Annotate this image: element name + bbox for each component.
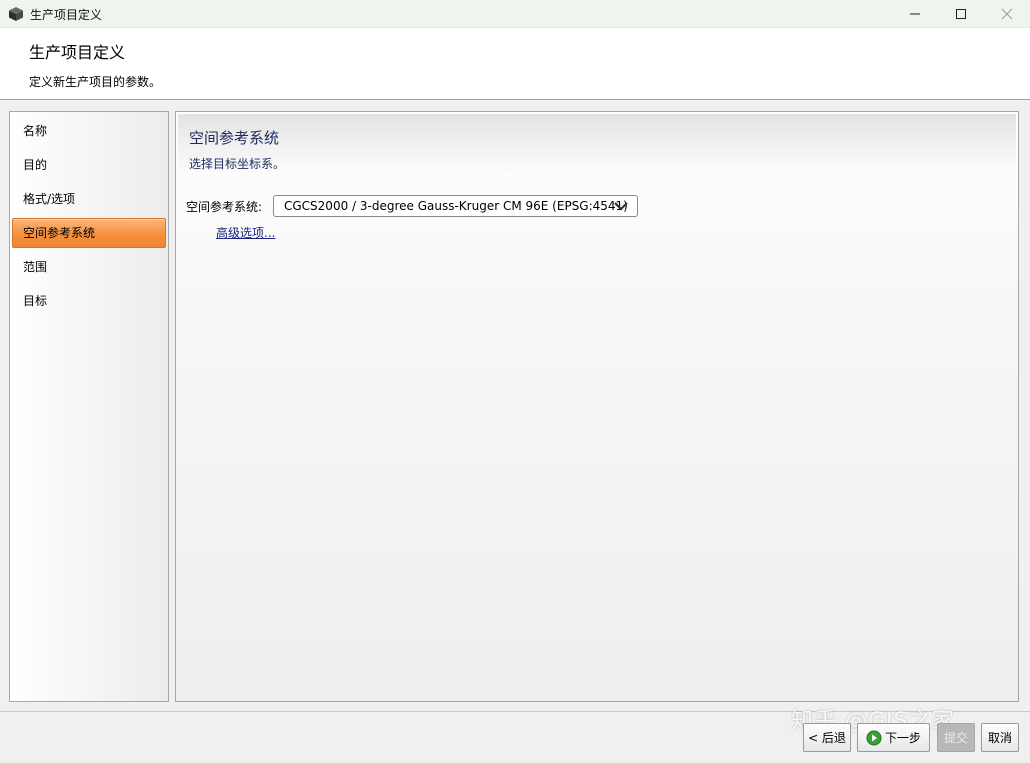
back-button-label: < 后退 [808, 731, 846, 745]
srs-label: 空间参考系统: [186, 200, 263, 214]
cube-icon [9, 7, 23, 21]
sidebar-item-spatial-reference[interactable]: 空间参考系统 [12, 218, 166, 248]
cancel-button-label: 取消 [987, 731, 1012, 745]
maximize-button[interactable] [938, 0, 984, 28]
panel-header: 空间参考系统 选择目标坐标系。 [178, 114, 1016, 176]
spatial-reference-panel: 空间参考系统 选择目标坐标系。 空间参考系统: CGCS2000 / 3-deg… [175, 111, 1019, 702]
cancel-button[interactable]: 取消 [981, 723, 1019, 752]
sidebar-item-name[interactable]: 名称 [12, 116, 166, 146]
page-title: 生产项目定义 [29, 43, 126, 62]
page-subtitle: 定义新生产项目的参数。 [29, 75, 162, 89]
wizard-steps-sidebar: 名称 目的 格式/选项 空间参考系统 范围 目标 [9, 111, 169, 702]
minimize-button[interactable] [892, 0, 938, 28]
wizard-header: 生产项目定义 定义新生产项目的参数。 [0, 28, 1030, 100]
sidebar-item-target[interactable]: 目标 [12, 286, 166, 316]
maximize-icon [956, 9, 966, 19]
submit-button-label: 提交 [943, 731, 968, 745]
next-button[interactable]: 下一步 [857, 723, 930, 752]
close-button[interactable] [984, 0, 1030, 28]
arrow-right-circle-icon [866, 730, 882, 745]
back-button[interactable]: < 后退 [803, 723, 851, 752]
chevron-down-icon [614, 202, 628, 211]
panel-subtitle: 选择目标坐标系。 [189, 157, 286, 171]
submit-button[interactable]: 提交 [937, 723, 975, 752]
sidebar-item-format-options[interactable]: 格式/选项 [12, 184, 166, 214]
advanced-options-link[interactable]: 高级选项... [216, 224, 275, 241]
close-icon [1001, 8, 1013, 20]
window-title: 生产项目定义 [30, 8, 103, 22]
panel-title: 空间参考系统 [189, 129, 280, 147]
srs-dropdown[interactable]: CGCS2000 / 3-degree Gauss-Kruger CM 96E … [273, 195, 638, 217]
title-bar: 生产项目定义 [0, 0, 1030, 28]
sidebar-item-extent[interactable]: 范围 [12, 252, 166, 282]
next-button-label: 下一步 [884, 731, 921, 745]
srs-value: CGCS2000 / 3-degree Gauss-Kruger CM 96E … [284, 199, 628, 213]
sidebar-item-purpose[interactable]: 目的 [12, 150, 166, 180]
minimize-icon [910, 13, 920, 15]
